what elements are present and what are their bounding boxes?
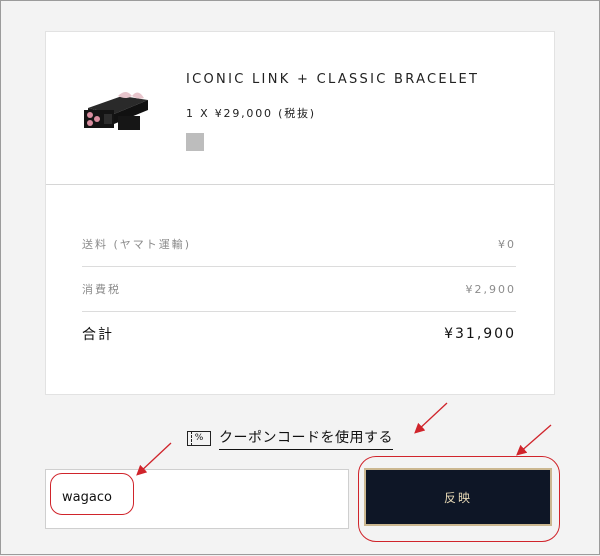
order-summary-card: ICONIC LINK + CLASSIC BRACELET 1 X ¥29,0… xyxy=(45,31,555,395)
total-value: ¥31,900 xyxy=(444,326,516,342)
total-row: 合計 ¥31,900 xyxy=(82,312,516,356)
coupon-toggle-label: クーポンコードを使用する xyxy=(219,427,393,450)
apply-coupon-button[interactable]: 反映 xyxy=(364,468,552,526)
coupon-input-box xyxy=(45,469,349,529)
coupon-code-input[interactable] xyxy=(54,478,142,516)
product-name: ICONIC LINK + CLASSIC BRACELET xyxy=(186,72,480,87)
coupon-toggle-link[interactable]: % クーポンコードを使用する xyxy=(187,427,393,450)
product-thumbnail xyxy=(84,92,148,130)
tax-label: 消費税 xyxy=(82,283,121,296)
total-label: 合計 xyxy=(82,327,114,343)
color-swatch xyxy=(186,133,204,151)
tax-value: ¥2,900 xyxy=(465,282,516,296)
product-quantity-price: 1 X ¥29,000 (税抜) xyxy=(186,107,316,120)
page-frame: ICONIC LINK + CLASSIC BRACELET 1 X ¥29,0… xyxy=(0,0,600,555)
cart-item: ICONIC LINK + CLASSIC BRACELET 1 X ¥29,0… xyxy=(46,32,554,185)
coupon-percent-icon: % xyxy=(187,430,211,446)
shipping-row: 送料 (ヤマト運輸) ¥0 xyxy=(82,222,516,267)
shipping-label: 送料 (ヤマト運輸) xyxy=(82,238,192,251)
shipping-value: ¥0 xyxy=(498,237,516,251)
tax-row: 消費税 ¥2,900 xyxy=(82,267,516,312)
